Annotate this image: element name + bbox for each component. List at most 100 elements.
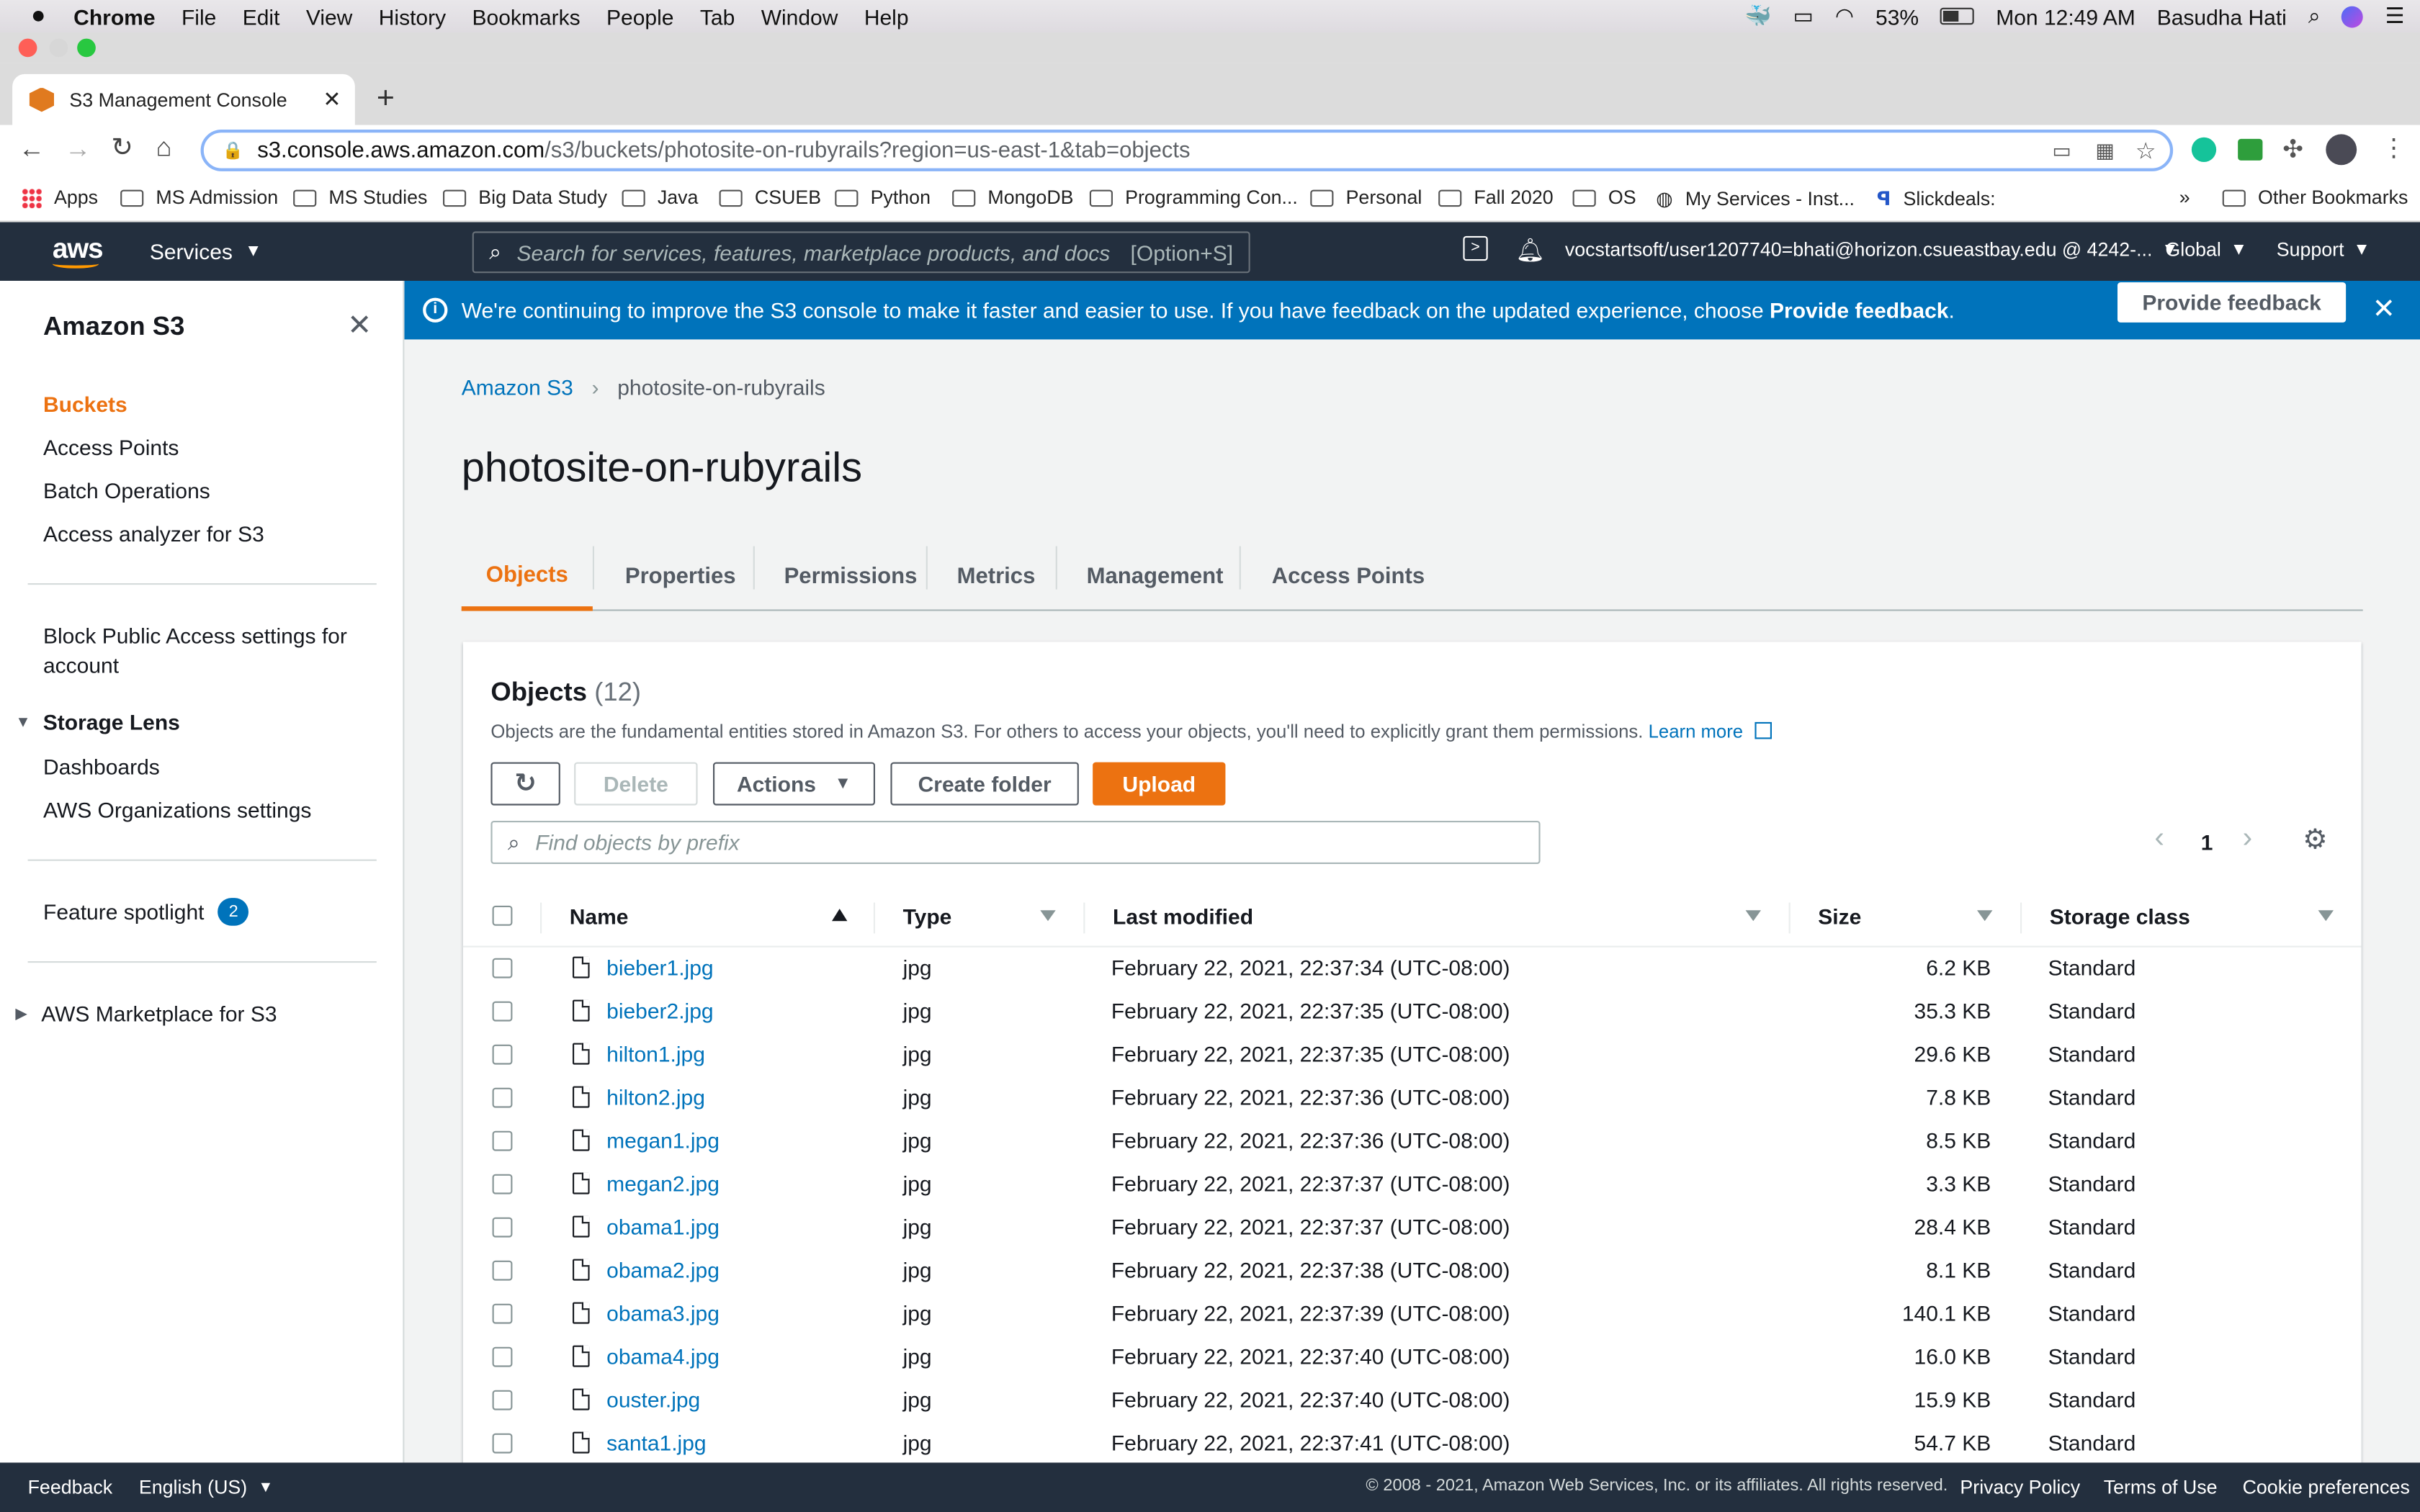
- create-folder-button[interactable]: Create folder: [890, 762, 1079, 806]
- bookmark-folder[interactable]: Personal: [1310, 186, 1422, 208]
- table-row[interactable]: hilton2.jpg jpg February 22, 2021, 22:37:3…: [463, 1077, 2362, 1120]
- sidebar-item-dashboards[interactable]: Dashboards: [43, 755, 160, 779]
- wifi-icon[interactable]: ◠: [1835, 3, 1854, 29]
- browser-tab[interactable]: S3 Management Console ✕: [12, 73, 355, 125]
- back-icon[interactable]: ←: [19, 134, 45, 165]
- sidebar-item-batch-operations[interactable]: Batch Operations: [43, 478, 210, 503]
- table-row[interactable]: obama3.jpg jpg February 22, 2021, 22:37:39…: [463, 1293, 2362, 1336]
- row-checkbox[interactable]: [492, 1087, 513, 1108]
- table-row[interactable]: hilton1.jpg jpg February 22, 2021, 22:37:3…: [463, 1034, 2362, 1077]
- battery-percent[interactable]: 53%: [1876, 4, 1919, 28]
- menu-history[interactable]: History: [379, 4, 446, 28]
- row-checkbox[interactable]: [492, 1260, 513, 1281]
- profile-avatar[interactable]: [2326, 134, 2357, 166]
- tab-access-points[interactable]: Access Points: [1272, 543, 1425, 611]
- close-banner-icon[interactable]: ✕: [2372, 293, 2396, 325]
- object-name-link[interactable]: obama3.jpg: [606, 1300, 720, 1325]
- sidebar-item-feature-spotlight[interactable]: Feature spotlight 2: [43, 898, 249, 926]
- column-last-modified[interactable]: Last modified: [1113, 904, 1253, 929]
- sort-icon[interactable]: [2318, 910, 2334, 922]
- cast-icon[interactable]: ▭: [2052, 138, 2071, 163]
- bookmark-folder[interactable]: MongoDB: [952, 186, 1074, 208]
- row-checkbox[interactable]: [492, 1130, 513, 1151]
- storage-lens-section[interactable]: ▼ Storage Lens: [15, 710, 179, 734]
- table-row[interactable]: obama4.jpg jpg February 22, 2021, 22:37:40…: [463, 1336, 2362, 1380]
- bell-icon[interactable]: 🔔︎: [1515, 236, 1545, 264]
- bookmarks-overflow-button[interactable]: »: [2179, 186, 2190, 208]
- bookmark-folder[interactable]: Fall 2020: [1438, 186, 1554, 208]
- aws-search-input[interactable]: ⌕ Search for services, features, marketp…: [472, 231, 1250, 274]
- row-checkbox[interactable]: [492, 1390, 513, 1410]
- menu-view[interactable]: View: [306, 4, 352, 28]
- sidebar-item-buckets[interactable]: Buckets: [43, 392, 127, 416]
- column-storage-class[interactable]: Storage class: [2050, 904, 2190, 929]
- table-row[interactable]: ouster.jpg jpg February 22, 2021, 22:37:40…: [463, 1380, 2362, 1423]
- table-row[interactable]: megan1.jpg jpg February 22, 2021, 22:37:36…: [463, 1120, 2362, 1164]
- sort-icon[interactable]: [1745, 910, 1761, 922]
- forward-icon[interactable]: →: [65, 134, 91, 165]
- object-name-link[interactable]: ouster.jpg: [606, 1387, 700, 1411]
- bookmark-link[interactable]: ◍ My Services - Inst...: [1656, 186, 1855, 210]
- sort-icon[interactable]: [1040, 910, 1056, 922]
- column-name[interactable]: Name: [570, 904, 629, 929]
- battery-icon[interactable]: [1940, 7, 1975, 25]
- window-minimize-button[interactable]: [49, 38, 68, 58]
- siri-icon[interactable]: [2341, 5, 2364, 27]
- menu-bookmarks[interactable]: Bookmarks: [472, 4, 581, 28]
- bookmark-other[interactable]: Other Bookmarks: [2222, 186, 2408, 208]
- object-name-link[interactable]: megan2.jpg: [606, 1171, 720, 1195]
- row-checkbox[interactable]: [492, 1001, 513, 1022]
- bookmark-folder[interactable]: OS: [1572, 186, 1636, 208]
- bookmark-folder[interactable]: Python: [835, 186, 931, 208]
- bookmark-link[interactable]: ꟼ Slickdeals:: [1877, 186, 1996, 210]
- address-bar[interactable]: 🔒 s3.console.aws.amazon.com /s3/buckets/…: [200, 130, 2174, 171]
- external-link-icon[interactable]: [1754, 721, 1772, 739]
- object-name-link[interactable]: santa1.jpg: [606, 1430, 706, 1454]
- row-checkbox[interactable]: [492, 1044, 513, 1065]
- support-menu[interactable]: Support ▼: [2277, 239, 2370, 261]
- tab-metrics[interactable]: Metrics: [957, 543, 1036, 611]
- object-name-link[interactable]: megan1.jpg: [606, 1128, 720, 1152]
- row-checkbox[interactable]: [492, 1217, 513, 1238]
- sidebar-item-block-public-access[interactable]: Block Public Access settings for account: [43, 622, 347, 680]
- menu-people[interactable]: People: [606, 4, 673, 28]
- window-close-button[interactable]: [18, 38, 37, 58]
- language-selector[interactable]: English (US) ▼: [139, 1477, 274, 1498]
- banner-feedback-link[interactable]: Provide feedback: [1770, 298, 1948, 323]
- menu-user[interactable]: Basudha Hati: [2157, 4, 2287, 28]
- window-zoom-button[interactable]: [77, 38, 96, 58]
- table-row[interactable]: megan2.jpg jpg February 22, 2021, 22:37:37…: [463, 1164, 2362, 1207]
- services-menu[interactable]: Services ▼: [150, 239, 262, 264]
- actions-button[interactable]: Actions ▼: [712, 762, 875, 806]
- bookmark-apps[interactable]: Apps: [22, 186, 98, 208]
- close-sidebar-icon[interactable]: ✕: [347, 309, 372, 344]
- row-checkbox[interactable]: [492, 1303, 513, 1324]
- tab-objects[interactable]: Objects: [461, 543, 593, 611]
- table-row[interactable]: obama1.jpg jpg February 22, 2021, 22:37:37…: [463, 1207, 2362, 1250]
- privacy-policy-link[interactable]: Privacy Policy: [1960, 1477, 2080, 1498]
- marketplace-section[interactable]: ▶ AWS Marketplace for S3: [15, 1002, 277, 1026]
- puzzle-extensions-icon[interactable]: ✣: [2282, 134, 2303, 165]
- bookmark-folder[interactable]: Programming Con...: [1089, 186, 1298, 208]
- object-name-link[interactable]: bieber1.jpg: [606, 955, 713, 979]
- new-tab-button[interactable]: +: [377, 82, 395, 117]
- account-menu[interactable]: vocstartsoft/user1207740=bhati@horizon.c…: [1565, 239, 2179, 261]
- airplay-icon[interactable]: ▭: [1793, 3, 1813, 29]
- cookie-preferences-link[interactable]: Cookie preferences: [2243, 1477, 2410, 1498]
- menu-window[interactable]: Window: [761, 4, 838, 28]
- terms-of-use-link[interactable]: Terms of Use: [2104, 1477, 2218, 1498]
- next-page-icon[interactable]: ›: [2243, 822, 2253, 856]
- sort-icon[interactable]: [1977, 910, 1993, 922]
- upload-button[interactable]: Upload: [1093, 762, 1226, 806]
- docker-icon[interactable]: 🐳: [1744, 3, 1771, 29]
- sort-ascending-icon[interactable]: [832, 909, 848, 922]
- sidebar-item-access-points[interactable]: Access Points: [43, 435, 179, 459]
- provide-feedback-button[interactable]: Provide feedback: [2118, 282, 2347, 323]
- tab-management[interactable]: Management: [1087, 543, 1224, 611]
- row-checkbox[interactable]: [492, 1174, 513, 1194]
- object-name-link[interactable]: obama2.jpg: [606, 1257, 720, 1282]
- apple-icon[interactable]: ●: [31, 2, 46, 30]
- object-name-link[interactable]: bieber2.jpg: [606, 998, 713, 1022]
- download-extension-icon[interactable]: [2238, 138, 2263, 161]
- table-row[interactable]: santa1.jpg jpg February 22, 2021, 22:37:41…: [463, 1423, 2362, 1466]
